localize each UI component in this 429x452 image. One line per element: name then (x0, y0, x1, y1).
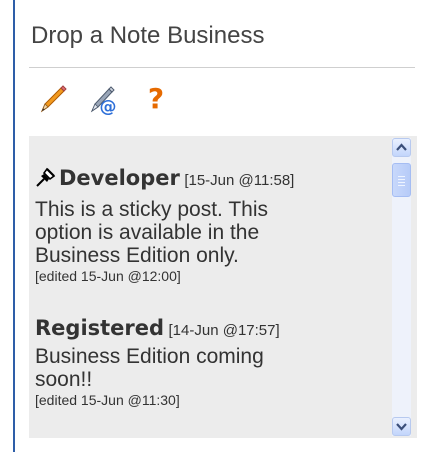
note-body: This is a sticky post. This option is av… (35, 198, 269, 267)
note-edited-info: [edited 15-Jun @11:30] (35, 392, 180, 408)
scrollbar-thumb[interactable] (392, 163, 411, 197)
scroll-up-button[interactable] (392, 138, 411, 157)
note-timestamp: [14-Jun @17:57] (168, 322, 280, 339)
thumb-grip-line (398, 182, 405, 183)
notes-list[interactable]: Developer [15-Jun @11:58] This is a stic… (29, 136, 417, 438)
thumb-grip-line (398, 179, 405, 180)
note-timestamp: [15-Jun @11:58] (184, 172, 295, 189)
thumb-grip-line (398, 176, 405, 177)
email-note-button[interactable]: @ (87, 80, 121, 118)
note-body: Business Edition coming soon!! (35, 345, 264, 391)
note-header: Registered [14-Jun @17:57] (35, 314, 383, 345)
notes-scrollbar[interactable] (392, 138, 411, 436)
pencil-email-icon: @ (90, 86, 117, 117)
scroll-down-button[interactable] (392, 417, 411, 436)
title-divider (29, 67, 415, 68)
note-author[interactable]: Developer (59, 166, 180, 190)
pencil-icon (40, 85, 67, 113)
note-edited-info: [edited 15-Jun @12:00] (35, 268, 181, 284)
thumb-grip-line (398, 185, 405, 186)
note-item: Registered [14-Jun @17:57] Business Edit… (35, 314, 383, 409)
note-author[interactable]: Registered (35, 316, 164, 340)
svg-text:@: @ (100, 97, 117, 117)
add-note-button[interactable] (35, 80, 69, 118)
note-item: Developer [15-Jun @11:58] This is a stic… (35, 164, 383, 285)
help-button[interactable]: ? (139, 80, 173, 118)
pin-icon (35, 166, 57, 198)
chevron-down-icon (396, 423, 407, 431)
help-icon: ? (147, 82, 165, 115)
widget-title: Drop a Note Business (31, 22, 265, 49)
chevron-up-icon (396, 143, 407, 151)
note-header: Developer [15-Jun @11:58] (35, 164, 383, 198)
drop-a-note-widget: Drop a Note Business @ ? Developer [15-J… (13, 0, 429, 452)
